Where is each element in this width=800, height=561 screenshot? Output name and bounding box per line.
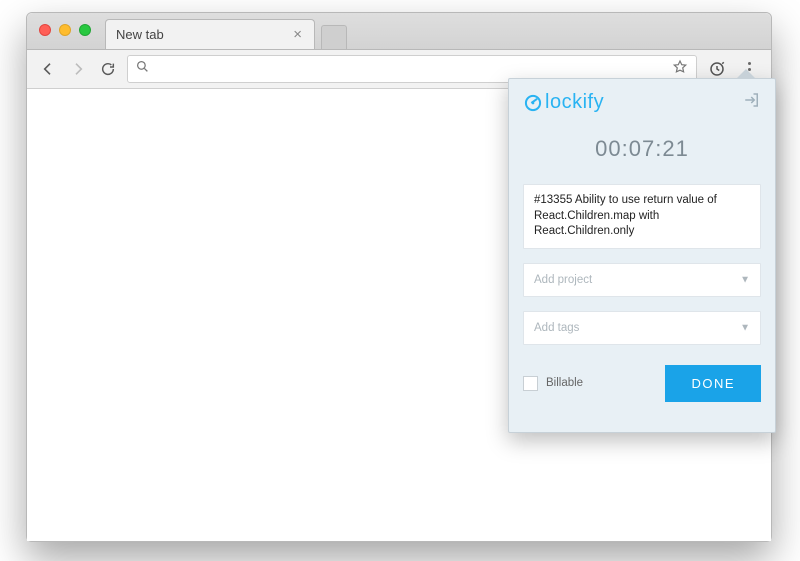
billable-label: Billable bbox=[546, 377, 583, 389]
clockify-popup: lockify 00:07:21 #13355 Ability to use r… bbox=[508, 78, 776, 433]
project-select[interactable]: Add project ▼ bbox=[523, 263, 761, 297]
done-button[interactable]: DONE bbox=[665, 365, 761, 402]
popup-header: lockify bbox=[509, 79, 775, 120]
forward-button[interactable] bbox=[67, 58, 89, 80]
popup-footer: Billable DONE bbox=[509, 359, 775, 402]
tags-placeholder: Add tags bbox=[534, 322, 579, 334]
window-controls bbox=[39, 24, 91, 36]
clockify-logo-text: lockify bbox=[545, 91, 604, 114]
minimize-window-button[interactable] bbox=[59, 24, 71, 36]
description-text: #13355 Ability to use return value of Re… bbox=[534, 194, 717, 237]
chevron-down-icon: ▼ bbox=[740, 322, 750, 333]
browser-tab[interactable]: New tab × bbox=[105, 19, 315, 49]
billable-checkbox[interactable]: Billable bbox=[523, 376, 583, 391]
back-button[interactable] bbox=[37, 58, 59, 80]
chevron-down-icon: ▼ bbox=[740, 274, 750, 285]
bookmark-star-icon[interactable] bbox=[672, 59, 688, 80]
titlebar: New tab × bbox=[27, 13, 771, 49]
clockify-logo-icon bbox=[523, 93, 543, 113]
new-tab-button[interactable] bbox=[321, 25, 347, 49]
tab-title: New tab bbox=[116, 27, 291, 42]
clockify-logo: lockify bbox=[523, 91, 604, 114]
timer-display: 00:07:21 bbox=[509, 120, 775, 184]
tab-close-icon[interactable]: × bbox=[291, 26, 304, 43]
tags-select[interactable]: Add tags ▼ bbox=[523, 311, 761, 345]
popup-arrow bbox=[737, 70, 755, 79]
search-icon bbox=[136, 60, 149, 78]
reload-button[interactable] bbox=[97, 58, 119, 80]
address-input[interactable] bbox=[157, 62, 664, 77]
maximize-window-button[interactable] bbox=[79, 24, 91, 36]
project-placeholder: Add project bbox=[534, 274, 592, 286]
description-input[interactable]: #13355 Ability to use return value of Re… bbox=[523, 184, 761, 249]
checkbox-box bbox=[523, 376, 538, 391]
close-window-button[interactable] bbox=[39, 24, 51, 36]
logout-icon[interactable] bbox=[743, 91, 761, 114]
